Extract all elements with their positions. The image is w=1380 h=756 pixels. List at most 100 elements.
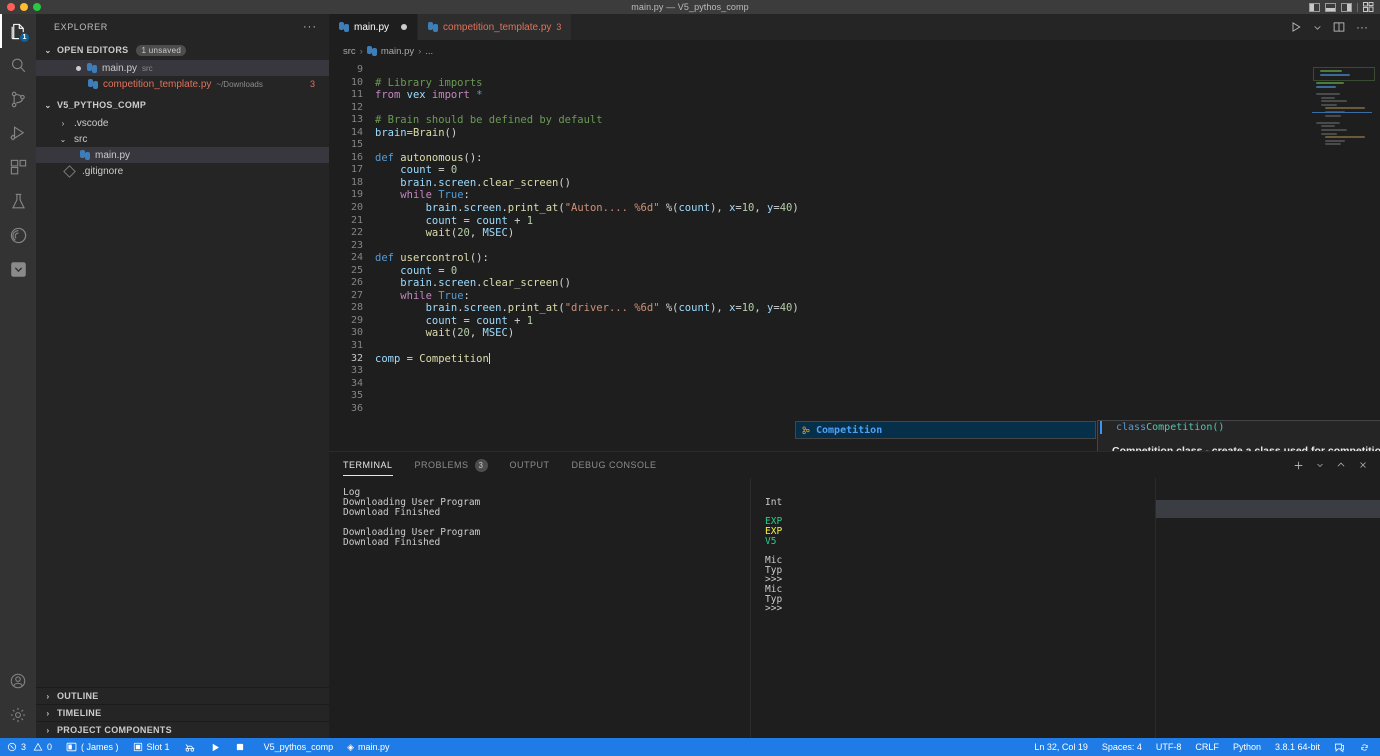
add-terminal-icon[interactable] [1293,460,1304,471]
status-build-button[interactable] [177,738,203,756]
section-project-root[interactable]: ⌄ V5_PYTHOS_COMP [36,95,329,115]
tab-terminal[interactable]: TERMINAL [343,452,393,478]
code-line[interactable]: 32 comp = Competition [329,352,1308,366]
status-feedback[interactable] [1327,738,1352,756]
section-outline[interactable]: › OUTLINE [36,687,329,704]
split-editor-icon[interactable] [1333,21,1345,33]
tree-item-gitignore[interactable]: .gitignore [36,163,329,179]
status-download-run-button[interactable] [203,738,228,756]
activity-item-run-and-debug[interactable] [0,116,36,150]
status-slot[interactable]: Slot 1 [126,738,177,756]
status-encoding[interactable]: UTF-8 [1149,738,1189,756]
breadcrumb-folder[interactable]: src [343,46,356,57]
chevron-down-icon[interactable] [1313,23,1322,32]
status-problems[interactable]: 3 0 [0,738,59,756]
status-active-file[interactable]: ◈ main.py [340,738,396,756]
status-notifications[interactable] [1352,738,1380,756]
suggestion-widget[interactable]: Competition [795,421,1096,439]
activity-item-source-control[interactable] [0,82,36,116]
code-editor[interactable]: 9 10 # Library imports 11 from vex import * 1… [329,62,1308,451]
status-brain-name[interactable]: ( James ) [59,738,126,756]
status-cursor-position[interactable]: Ln 32, Col 19 [1027,738,1095,756]
tab-output[interactable]: OUTPUT [510,452,550,478]
status-indentation[interactable]: Spaces: 4 [1095,738,1149,756]
section-timeline[interactable]: › TIMELINE [36,704,329,721]
section-open-editors[interactable]: ⌄ OPEN EDITORS 1 unsaved [36,40,329,60]
code-line[interactable]: 9 [329,64,1308,77]
section-project-components[interactable]: › PROJECT COMPONENTS [36,721,329,738]
sidebar-more-actions-icon[interactable]: ··· [303,22,317,33]
code-line[interactable]: 11 from vex import * [329,89,1308,102]
tab-main-py[interactable]: main.py [329,14,419,40]
status-stop-button[interactable] [228,738,252,756]
activity-item-settings[interactable] [0,698,36,732]
code-line[interactable]: 20 brain.screen.print_at("Auton.... %6d"… [329,202,1308,215]
open-editor-item-main[interactable]: main.py src [36,60,329,76]
code-line[interactable]: 25 count = 0 [329,265,1308,278]
suggestion-details-panel[interactable]: class Competition() × Competition class … [1097,420,1380,451]
tab-debug-console[interactable]: DEBUG CONSOLE [572,452,657,478]
activity-item-search[interactable] [0,48,36,82]
panel-bottom-icon[interactable] [1325,2,1336,12]
terminal-output-left[interactable]: Log Downloading User Program Download Fini… [329,478,750,738]
open-editor-item-template[interactable]: competition_template.py ~/Downloads 3 [36,76,329,92]
code-lines[interactable]: 9 10 # Library imports 11 from vex import * 1… [329,62,1308,415]
chevron-down-icon[interactable] [1316,461,1324,469]
terminal-tab-item-selected[interactable] [1156,500,1380,518]
activity-item-testing[interactable] [0,184,36,218]
status-eol[interactable]: CRLF [1188,738,1226,756]
status-language-mode[interactable]: Python [1226,738,1268,756]
code-line[interactable]: 35 [329,390,1308,403]
code-line[interactable]: 33 [329,365,1308,378]
code-line[interactable]: 19 while True: [329,189,1308,202]
code-line[interactable]: 26 brain.screen.clear_screen() [329,277,1308,290]
code-line[interactable]: 16 def autonomous(): [329,152,1308,165]
code-line[interactable]: 34 [329,378,1308,391]
tree-item-main-py[interactable]: main.py [36,147,329,163]
code-line[interactable]: 31 [329,340,1308,353]
code-line[interactable]: 14 brain=Brain() [329,127,1308,140]
code-line[interactable]: 13 # Brain should be defined by default [329,114,1308,127]
terminal-tab-item[interactable] [1156,518,1380,536]
layout-controls[interactable] [1309,2,1374,12]
activity-item-extensions[interactable] [0,150,36,184]
status-interpreter[interactable]: 3.8.1 64-bit [1268,738,1327,756]
activity-item-accounts[interactable] [0,664,36,698]
code-line[interactable]: 24 def usercontrol(): [329,252,1308,265]
terminal-tab-item[interactable] [1156,482,1380,500]
activity-item-download[interactable] [0,252,36,286]
terminal-tabs-list[interactable] [1155,478,1380,738]
panel-left-icon[interactable] [1309,2,1320,12]
code-line[interactable]: 21 count = count + 1 [329,215,1308,228]
unsaved-dot-icon[interactable] [401,24,408,30]
customize-layout-icon[interactable] [1363,2,1374,12]
terminal-output-right[interactable]: Int EXP EXP V5 Mic Typ >>> Mic Typ >>> [750,478,1155,738]
more-actions-icon[interactable]: ··· [1356,21,1368,33]
code-line[interactable]: 10 # Library imports [329,77,1308,90]
code-line[interactable]: 27 while True: [329,290,1308,303]
minimap[interactable] [1308,62,1380,451]
code-line[interactable]: 28 brain.screen.print_at("driver... %6d"… [329,302,1308,315]
code-line[interactable]: 23 [329,240,1308,253]
activity-item-explorer[interactable]: 1 [0,14,36,48]
tab-competition-template-py[interactable]: competition_template.py 3 [418,14,573,40]
close-panel-icon[interactable] [1358,460,1368,470]
activity-item-vex-extension[interactable] [0,218,36,252]
panel-right-icon[interactable] [1341,2,1352,12]
code-line[interactable]: 22 wait(20, MSEC) [329,227,1308,240]
code-line[interactable]: 12 [329,102,1308,115]
code-line[interactable]: 18 brain.screen.clear_screen() [329,177,1308,190]
code-line[interactable]: 29 count = count + 1 [329,315,1308,328]
breadcrumb-symbol[interactable]: ... [425,46,433,57]
tree-item-vscode[interactable]: › .vscode [36,115,329,131]
code-line[interactable]: 17 count = 0 [329,164,1308,177]
status-project-name[interactable]: V5_pythos_comp [252,738,341,756]
code-line[interactable]: 15 [329,139,1308,152]
code-line[interactable]: 36 [329,403,1308,416]
tab-problems[interactable]: PROBLEMS 3 [415,452,488,478]
code-line[interactable]: 30 wait(20, MSEC) [329,327,1308,340]
editor-scrollbar[interactable] [1370,62,1380,451]
maximize-panel-icon[interactable] [1336,460,1346,470]
tree-item-src[interactable]: ⌄ src [36,131,329,147]
run-python-file-icon[interactable] [1290,21,1302,33]
